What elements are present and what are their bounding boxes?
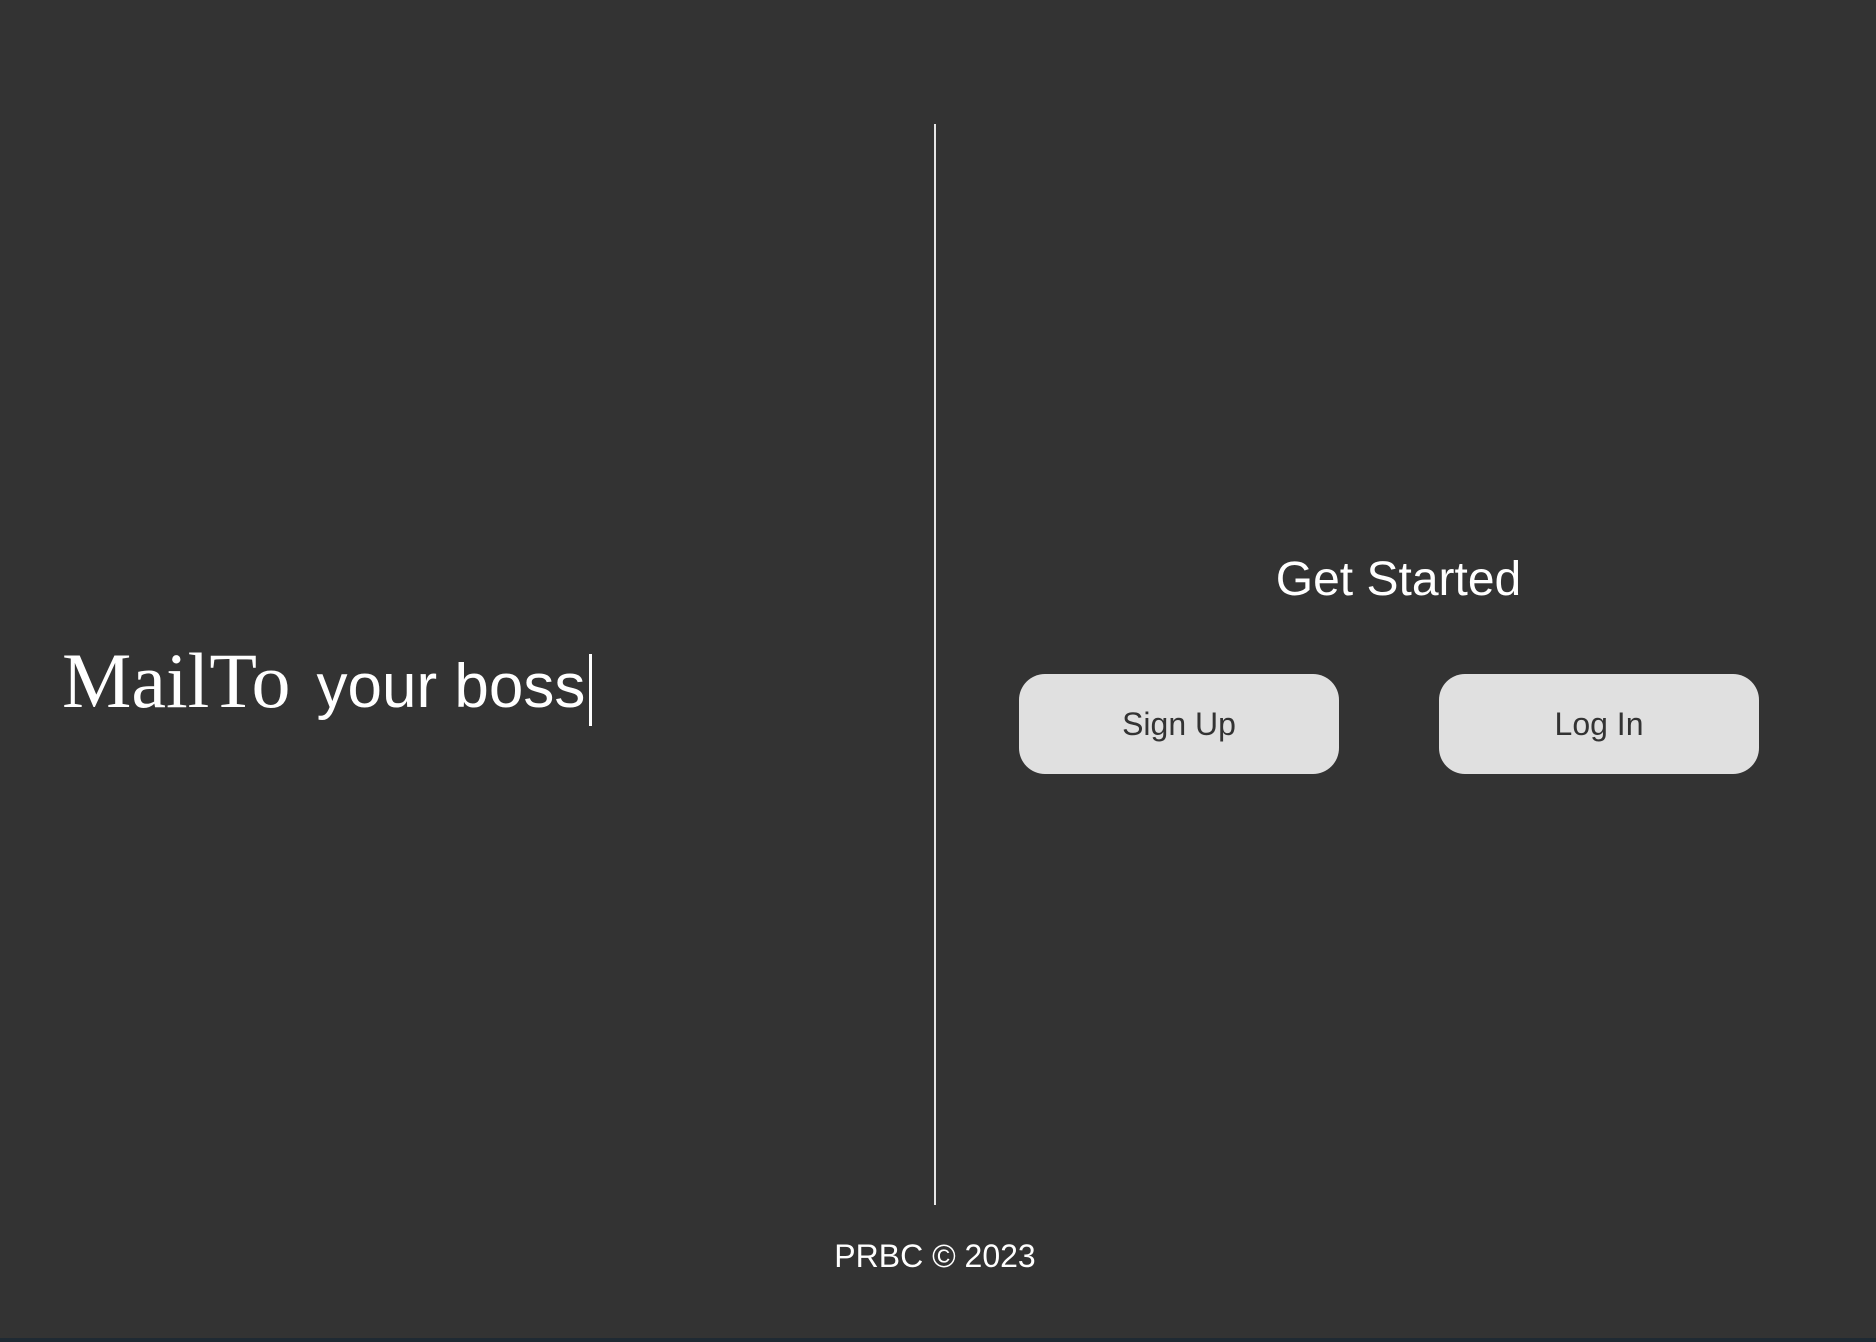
brand-wordmark: MailTo xyxy=(62,637,291,724)
hero-headline: MailTo your boss xyxy=(62,610,593,726)
hero-pane: MailTo your boss xyxy=(0,0,934,1250)
get-started-heading: Get Started xyxy=(1275,553,1522,606)
auth-pane: Get Started Sign Up Log In xyxy=(936,0,1876,1250)
footer-copyright: PRBC © 2023 xyxy=(834,1238,1036,1274)
bottom-edge xyxy=(0,1338,1876,1342)
text-cursor xyxy=(589,654,593,726)
log-in-button[interactable]: Log In xyxy=(1439,674,1759,774)
sign-up-button[interactable]: Sign Up xyxy=(1019,674,1339,774)
typewriter-text: your boss xyxy=(316,652,586,721)
landing-page: MailTo your boss Get Started Sign Up Log… xyxy=(0,0,1876,1342)
